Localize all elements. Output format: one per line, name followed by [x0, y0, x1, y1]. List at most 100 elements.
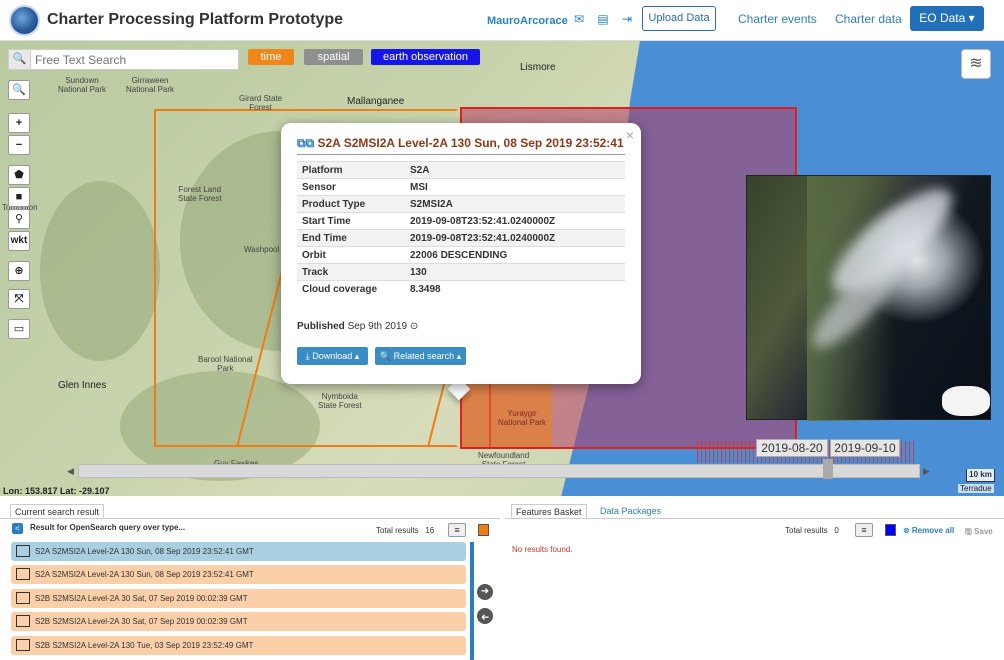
place-label: Sundown National Park: [58, 76, 107, 94]
metadata-value: 130: [405, 263, 625, 281]
results-menu-button[interactable]: ≡: [448, 523, 466, 537]
footprint-icon: [16, 568, 30, 580]
basket-total-count: 0: [834, 526, 839, 535]
metadata-key: Sensor: [297, 178, 405, 196]
eo-data-dropdown[interactable]: EO Data ▾: [910, 6, 984, 31]
zoom-out-button[interactable]: −: [8, 135, 30, 155]
time-filter-tag[interactable]: time: [248, 49, 294, 65]
zoom-in-button[interactable]: +: [8, 113, 30, 133]
published-date: Sep 9th 2019: [347, 321, 408, 332]
layers-button[interactable]: ≋: [961, 49, 991, 79]
result-row[interactable]: S2A S2MSI2A Level-2A 130 Sun, 08 Sep 201…: [11, 542, 466, 561]
metadata-value: MSI: [405, 178, 625, 196]
result-row[interactable]: S2A S2MSI2A Level-2A 130 Sun, 08 Sep 201…: [11, 565, 466, 584]
popup-title[interactable]: ⧉⧉ S2A S2MSI2A Level-2A 130 Sun, 08 Sep …: [297, 136, 624, 151]
basket-color-swatch[interactable]: [885, 524, 896, 536]
result-row[interactable]: S2B S2MSI2A Level-2A 30 Sat, 07 Sep 2019…: [11, 589, 466, 608]
metadata-key: Start Time: [297, 212, 405, 230]
clock-icon: ⊙: [409, 321, 419, 332]
close-icon[interactable]: ×: [626, 127, 634, 143]
published-label: Published: [297, 321, 345, 332]
envelope-icon[interactable]: ✉: [572, 12, 586, 26]
map-search-button[interactable]: 🔍: [8, 80, 30, 100]
place-label: Lismore: [520, 62, 556, 73]
timeline-left-arrow-icon[interactable]: ◀: [67, 466, 74, 477]
globe-button[interactable]: ⊕: [8, 261, 30, 281]
place-label: Girard State Forest: [239, 94, 283, 112]
metadata-value: S2A: [405, 161, 625, 179]
globe-logo-icon: [9, 5, 40, 36]
related-search-button[interactable]: 🔍 Related search ▴: [375, 347, 466, 365]
caret-down-icon: ▾: [968, 11, 975, 25]
charter-events-link[interactable]: Charter events: [738, 12, 817, 26]
tab-data-packages[interactable]: Data Packages: [600, 504, 661, 518]
product-popup: × ⧉⧉ S2A S2MSI2A Level-2A 130 Sun, 08 Se…: [281, 123, 641, 384]
search-results-panel: Current search result < Result for OpenS…: [0, 498, 500, 660]
basket-menu-button[interactable]: ≡: [855, 523, 873, 537]
footprint-icon: [16, 615, 30, 627]
timeline-handle[interactable]: [823, 459, 833, 479]
metadata-value: 22006 DESCENDING: [405, 246, 625, 264]
place-label: Yuraygir National Park: [498, 409, 547, 427]
metadata-key: Platform: [297, 161, 405, 179]
measure-button[interactable]: ▭: [8, 319, 30, 339]
metadata-value: S2MSI2A: [405, 195, 625, 213]
results-color-swatch[interactable]: [478, 524, 489, 536]
timeline-slider[interactable]: [78, 464, 920, 478]
save-button[interactable]: 🖫 Save: [965, 526, 993, 540]
metadata-value: 2019-09-08T23:52:41.0240000Z: [405, 212, 625, 230]
footprint-icon: [16, 592, 30, 604]
cursor-coordinates: Lon: 153.817 Lat: -29.107: [3, 486, 110, 496]
map-attribution[interactable]: Terradue: [958, 484, 994, 493]
tab-current-search-result[interactable]: Current search result: [10, 504, 105, 518]
external-link-icon[interactable]: ⧉⧉: [297, 136, 314, 150]
fullscreen-button[interactable]: ⤧: [8, 289, 30, 309]
eo-data-label: EO Data: [919, 11, 966, 25]
search-icon[interactable]: 🔍: [9, 50, 31, 69]
place-label: Nymboida State Forest: [318, 392, 362, 410]
no-results-message: No results found.: [512, 545, 573, 554]
total-results-count: 16: [425, 526, 435, 535]
book-icon[interactable]: ▤: [596, 12, 610, 26]
basket-total-label: Total results 0: [785, 526, 839, 535]
timeline-right-arrow-icon[interactable]: ▶: [923, 466, 930, 477]
spatial-filter-tag[interactable]: spatial: [304, 49, 363, 65]
timeline-end-date: 2019-09-10: [830, 439, 900, 457]
earth-observation-filter-tag[interactable]: earth observation: [371, 49, 480, 65]
metadata-value: 2019-09-08T23:52:41.0240000Z: [405, 229, 625, 247]
tab-features-basket[interactable]: Features Basket: [511, 504, 587, 518]
scale-bar: 10 km: [966, 469, 995, 482]
place-label: Glen Innes: [58, 380, 107, 391]
place-label: Barool National Park: [198, 355, 253, 373]
results-heading: Result for OpenSearch query over type...: [30, 523, 186, 532]
metadata-key: Orbit: [297, 246, 405, 264]
search-input[interactable]: [35, 52, 235, 67]
draw-rectangle-button[interactable]: ■: [8, 187, 30, 207]
result-row[interactable]: S2B S2MSI2A Level-2A 30 Sat, 07 Sep 2019…: [11, 612, 466, 631]
draw-polygon-button[interactable]: ⬟: [8, 165, 30, 185]
remove-all-button[interactable]: ⊗ Remove all: [903, 526, 954, 535]
charter-data-link[interactable]: Charter data: [835, 12, 902, 26]
arrow-back-icon[interactable]: ➜: [477, 608, 493, 624]
metadata-key: End Time: [297, 229, 405, 247]
share-icon[interactable]: <: [12, 523, 23, 534]
metadata-key: Track: [297, 263, 405, 281]
place-label: Washpool: [244, 245, 280, 254]
results-scrollbar[interactable]: [470, 542, 474, 660]
map-view[interactable]: Lismore Mallanganee Sundown National Par…: [0, 41, 1004, 496]
total-results-label: Total results 16: [376, 526, 435, 535]
wkt-button[interactable]: wkt: [8, 231, 30, 251]
download-button[interactable]: ⤓ Download ▴: [297, 347, 368, 365]
top-navbar: Charter Processing Platform Prototype Ma…: [0, 0, 1004, 41]
user-link[interactable]: MauroArcorace: [487, 15, 568, 27]
sign-out-icon[interactable]: ⇥: [620, 12, 634, 26]
timeline-start-date: 2019-08-20: [756, 439, 828, 457]
free-text-search[interactable]: 🔍: [8, 49, 239, 70]
upload-data-button[interactable]: Upload Data: [642, 6, 716, 31]
arrow-right-icon[interactable]: ➜: [477, 584, 493, 600]
popup-title-text: S2A S2MSI2A Level-2A 130 Sun, 08 Sep 201…: [317, 136, 624, 150]
draw-marker-button[interactable]: ⚲: [8, 209, 30, 229]
metadata-key: Product Type: [297, 195, 405, 213]
result-row[interactable]: S2B S2MSI2A Level-2A 130 Tue, 03 Sep 201…: [11, 636, 466, 655]
metadata-value: 8.3498: [405, 280, 625, 298]
